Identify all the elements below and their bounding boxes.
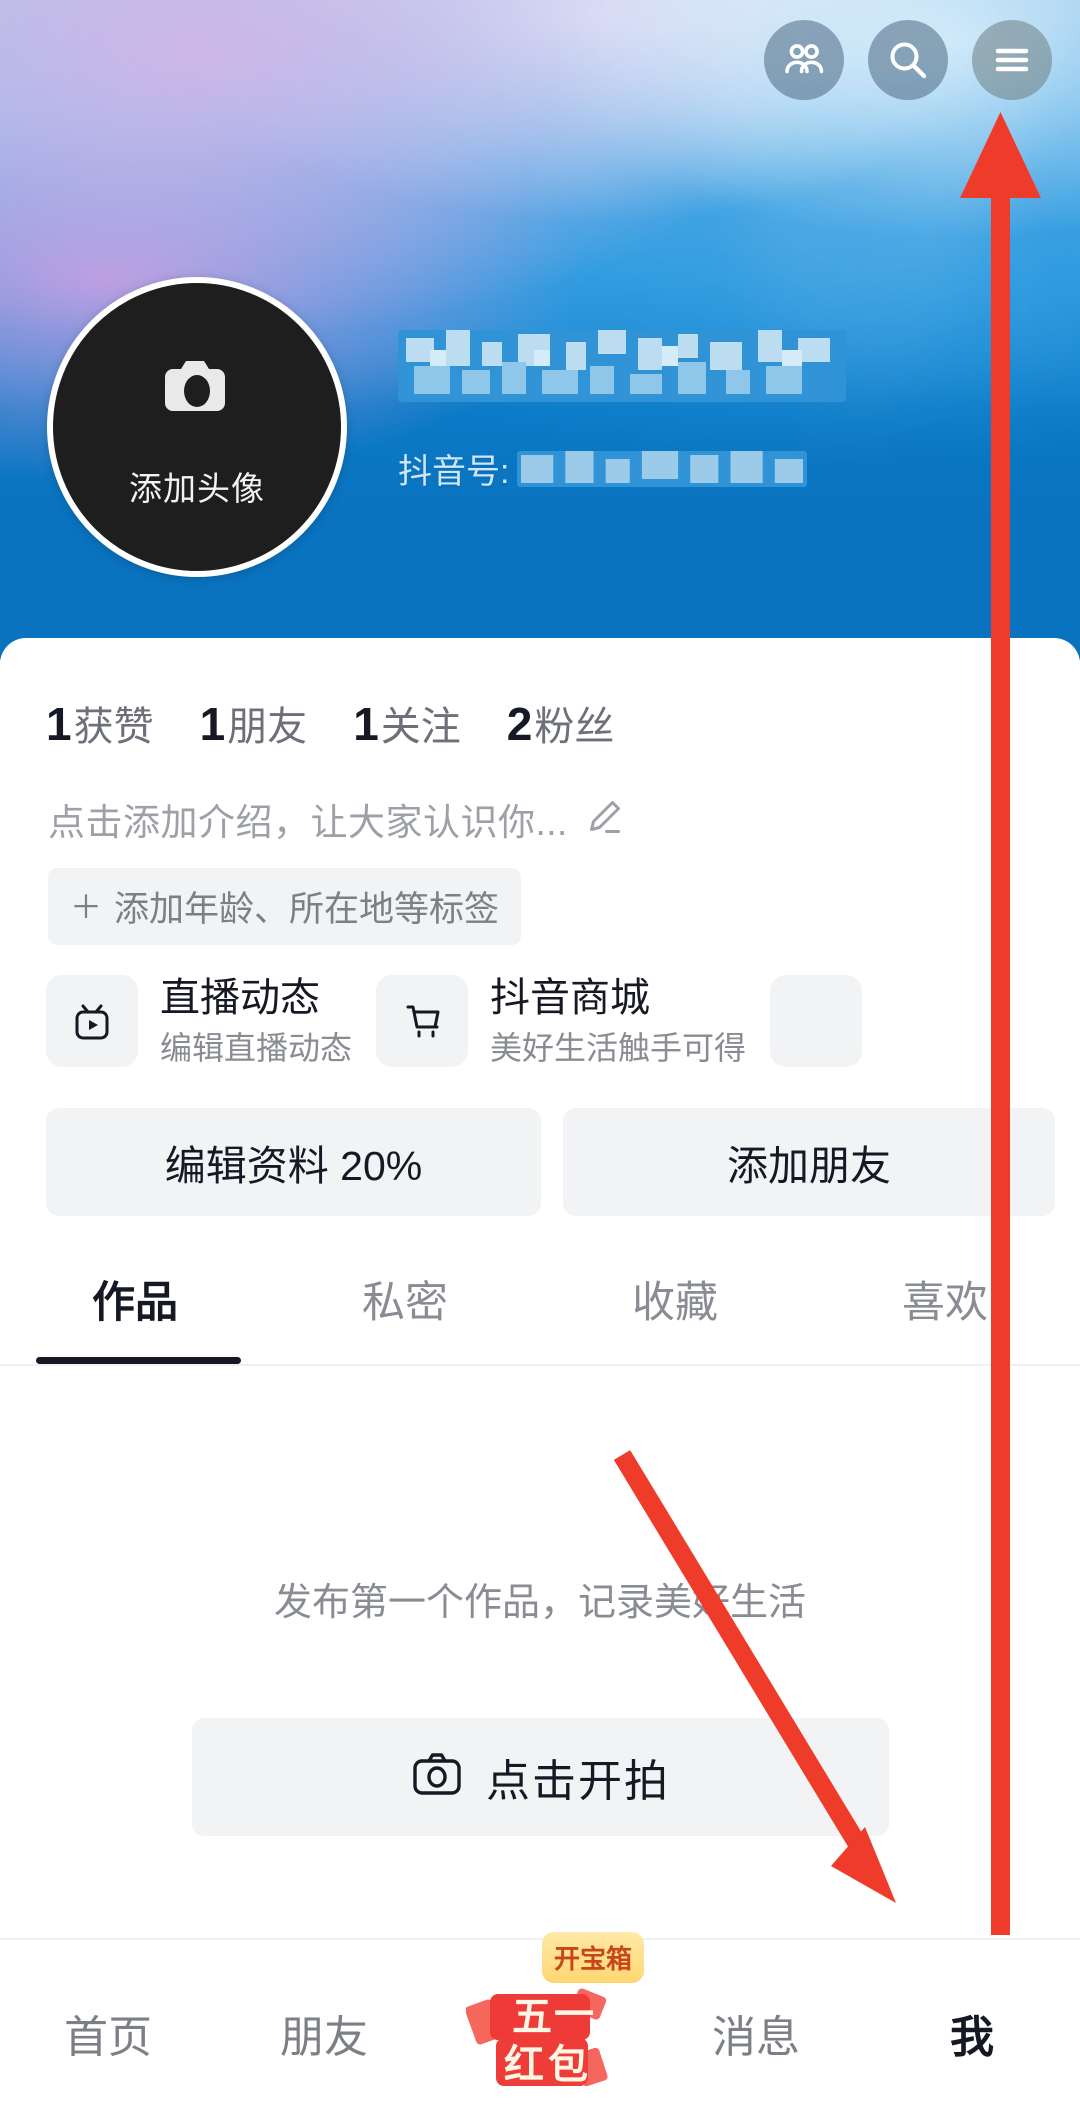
- content-tabs: 作品 私密 收藏 喜欢: [0, 1268, 1080, 1364]
- search-icon: [886, 38, 930, 82]
- username-masked: [398, 330, 846, 402]
- svg-text:包: 包: [548, 2043, 588, 2087]
- menu-icon-button[interactable]: [972, 20, 1052, 100]
- active-tab-underline: [36, 1356, 241, 1364]
- edit-profile-button[interactable]: 编辑资料 20%: [46, 1107, 541, 1216]
- nav-label: 首页: [64, 2012, 152, 2062]
- svg-text:五: 五: [512, 1995, 552, 2039]
- card-partially-visible[interactable]: [770, 975, 863, 1068]
- bio-row[interactable]: 点击添加介绍，让大家认识你...: [0, 752, 1080, 846]
- empty-state-text: 发布第一个作品，记录美好生活: [273, 1581, 806, 1624]
- nav-label: 消息: [712, 2012, 800, 2062]
- search-icon-button[interactable]: [868, 20, 948, 100]
- card-texts: 直播动态 编辑直播动态: [160, 975, 352, 1068]
- redpacket-badge: 开宝箱: [541, 1932, 644, 1983]
- bio-placeholder: 点击添加介绍，让大家认识你...: [48, 802, 568, 843]
- stat-following[interactable]: 1 关注: [353, 694, 461, 752]
- stats-row: 1 获赞 1 朋友 1 关注 2 粉丝: [0, 638, 1080, 752]
- card-title: 直播动态: [160, 976, 320, 1020]
- nav-item-friends[interactable]: 朋友: [216, 2001, 432, 2065]
- card-icon-placeholder: [770, 975, 863, 1068]
- tab-private[interactable]: 私密: [270, 1268, 540, 1364]
- stat-value: 2: [506, 698, 533, 750]
- avatar[interactable]: 添加头像: [47, 277, 347, 577]
- stat-value: 1: [199, 698, 226, 750]
- stat-value: 1: [353, 698, 379, 750]
- shopping-cart-icon: [376, 975, 469, 1068]
- douyin-id-row: 抖音号:: [398, 444, 918, 493]
- tab-liked[interactable]: 喜欢: [810, 1268, 1080, 1364]
- friends-icon: [782, 38, 826, 82]
- hamburger-menu-icon: [990, 38, 1034, 82]
- stat-label: 关注: [380, 705, 461, 749]
- add-friend-button[interactable]: 添加朋友: [563, 1107, 1055, 1216]
- start-shooting-button[interactable]: 点击开拍: [191, 1717, 889, 1836]
- nav-label: 我: [950, 2012, 994, 2062]
- douyin-id-label: 抖音号:: [398, 453, 510, 491]
- redpacket-promo[interactable]: 开宝箱 五 一 红 包: [450, 1932, 644, 2110]
- edit-pencil-icon[interactable]: [582, 795, 626, 844]
- card-subtitle: 美好生活触手可得: [490, 1030, 747, 1067]
- stat-likes[interactable]: 1 获赞: [46, 694, 154, 752]
- add-tags-chip[interactable]: ＋ 添加年龄、所在地等标签: [48, 868, 522, 945]
- avatar-add-label: 添加头像: [129, 469, 265, 507]
- header-actions: [764, 20, 1052, 100]
- stat-label: 获赞: [73, 705, 154, 749]
- douyin-profile-screen: 添加头像 抖音号: 1 获赞 1 朋友 1 关注 2 粉丝 点击添加介绍，让大家…: [0, 0, 1080, 2125]
- tab-favorites[interactable]: 收藏: [540, 1268, 810, 1364]
- start-shooting-label: 点击开拍: [486, 1756, 670, 1806]
- shortcut-cards: 直播动态 编辑直播动态 抖音商城 美好生活触手可得: [0, 945, 1080, 1068]
- card-live-dynamic[interactable]: 直播动态 编辑直播动态: [46, 975, 353, 1068]
- svg-text:红: 红: [504, 2043, 544, 2087]
- profile-action-buttons: 编辑资料 20% 添加朋友: [0, 1068, 1080, 1216]
- svg-text:一: 一: [554, 1993, 594, 2037]
- nav-item-me[interactable]: 我: [864, 2001, 1080, 2065]
- stat-value: 1: [46, 698, 72, 750]
- tab-works[interactable]: 作品: [0, 1268, 270, 1364]
- card-douyin-mall[interactable]: 抖音商城 美好生活触手可得: [376, 975, 747, 1068]
- add-tags-label: 添加年龄、所在地等标签: [114, 890, 500, 929]
- stat-friends[interactable]: 1 朋友: [200, 694, 308, 752]
- empty-state: 发布第一个作品，记录美好生活 点击开拍: [0, 1366, 1080, 1836]
- stat-label: 朋友: [227, 705, 308, 749]
- nav-item-home[interactable]: 首页: [0, 2001, 216, 2065]
- nav-item-redpacket[interactable]: 开宝箱 五 一 红 包: [432, 1932, 648, 2115]
- profile-sheet: 1 获赞 1 朋友 1 关注 2 粉丝 点击添加介绍，让大家认识你... ＋ 添…: [0, 638, 1080, 1938]
- card-texts: 抖音商城 美好生活触手可得: [490, 975, 746, 1068]
- avatar-area[interactable]: 添加头像: [47, 277, 347, 577]
- live-tv-icon: [46, 975, 138, 1068]
- friends-icon-button[interactable]: [764, 20, 844, 100]
- nav-label: 朋友: [280, 2012, 368, 2062]
- bottom-navigation: 首页 朋友 开宝箱 五 一 红 包 消息 我: [0, 1932, 1080, 2125]
- camera-icon: [410, 1747, 464, 1806]
- stat-label: 粉丝: [534, 705, 615, 749]
- user-identity: 抖音号:: [398, 330, 918, 493]
- card-title: 抖音商城: [490, 976, 651, 1020]
- card-subtitle: 编辑直播动态: [160, 1030, 353, 1067]
- camera-icon: [145, 339, 249, 448]
- redpacket-icon: 五 一 红 包: [466, 1988, 608, 2087]
- nav-item-messages[interactable]: 消息: [648, 2001, 864, 2065]
- douyin-id-masked: [517, 450, 808, 487]
- stat-followers[interactable]: 2 粉丝: [507, 694, 615, 752]
- plus-icon: ＋: [70, 888, 103, 925]
